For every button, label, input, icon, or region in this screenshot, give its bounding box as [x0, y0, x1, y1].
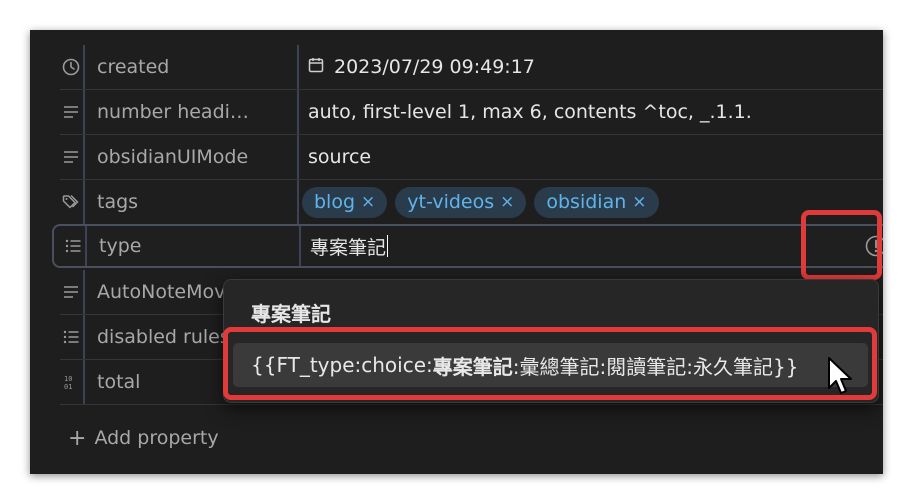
- property-row-number-headings[interactable]: number headi… auto, first-level 1, max 6…: [60, 90, 883, 135]
- property-value-text[interactable]: auto, first-level 1, max 6, contents ^to…: [308, 90, 752, 134]
- svg-text:10: 10: [64, 375, 72, 383]
- suggestion-highlight: [223, 327, 877, 400]
- tag-pill[interactable]: blog ×: [302, 186, 388, 218]
- property-value-text[interactable]: source: [308, 135, 371, 179]
- tag-label: obsidian: [546, 190, 627, 213]
- plus-icon: +: [68, 425, 87, 451]
- list-icon: [62, 226, 84, 266]
- text-lines-icon: [60, 135, 82, 179]
- calendar-icon: [308, 56, 324, 78]
- remove-tag-icon[interactable]: ×: [361, 192, 375, 212]
- tags-icon: [60, 180, 82, 224]
- property-key[interactable]: tags: [83, 180, 297, 224]
- text-lines-icon: [60, 90, 82, 134]
- warning-highlight: [801, 210, 882, 280]
- svg-text:01: 01: [64, 383, 72, 390]
- text-caret: [387, 235, 389, 257]
- property-value-created[interactable]: 2023/07/29 09:49:17: [308, 45, 535, 89]
- property-row-created[interactable]: created 2023/07/29 09:49:17: [60, 45, 883, 90]
- property-row-type[interactable]: type 專案筆記: [52, 224, 883, 268]
- add-property-button[interactable]: + Add property: [68, 423, 219, 453]
- property-key[interactable]: number headi…: [83, 90, 297, 134]
- add-property-label: Add property: [94, 427, 219, 449]
- type-value-input[interactable]: 專案筆記: [310, 226, 389, 266]
- date-text: 2023/07/29 09:49:17: [334, 56, 535, 78]
- column-divider: [299, 226, 301, 266]
- tag-pill[interactable]: yt-videos ×: [395, 186, 527, 218]
- list-icon: [60, 315, 82, 359]
- text-lines-icon: [60, 270, 82, 314]
- tag-pill[interactable]: obsidian ×: [534, 186, 659, 218]
- dropdown-current-value: 專案筆記: [251, 302, 331, 326]
- tag-label: blog: [314, 190, 356, 213]
- type-input-text: 專案筆記: [310, 236, 387, 259]
- remove-tag-icon[interactable]: ×: [632, 192, 646, 212]
- property-key[interactable]: obsidianUIMode: [83, 135, 297, 179]
- clock-icon: [60, 45, 82, 89]
- properties-panel: created 2023/07/29 09:49:17 number headi…: [30, 30, 883, 474]
- property-row-tags[interactable]: tags blog × yt-videos × obsidian ×: [60, 180, 883, 225]
- property-key[interactable]: type: [85, 226, 299, 266]
- column-divider: [297, 135, 299, 179]
- column-divider: [297, 45, 299, 89]
- remove-tag-icon[interactable]: ×: [500, 192, 514, 212]
- column-divider: [297, 180, 299, 224]
- column-divider: [297, 90, 299, 134]
- number-icon: 10 01: [60, 360, 82, 404]
- tag-list: blog × yt-videos × obsidian ×: [302, 180, 667, 224]
- property-row-obsidianuimode[interactable]: obsidianUIMode source: [60, 135, 883, 180]
- tag-label: yt-videos: [407, 190, 495, 213]
- mouse-cursor-icon: [828, 357, 852, 394]
- property-key[interactable]: created: [83, 45, 297, 89]
